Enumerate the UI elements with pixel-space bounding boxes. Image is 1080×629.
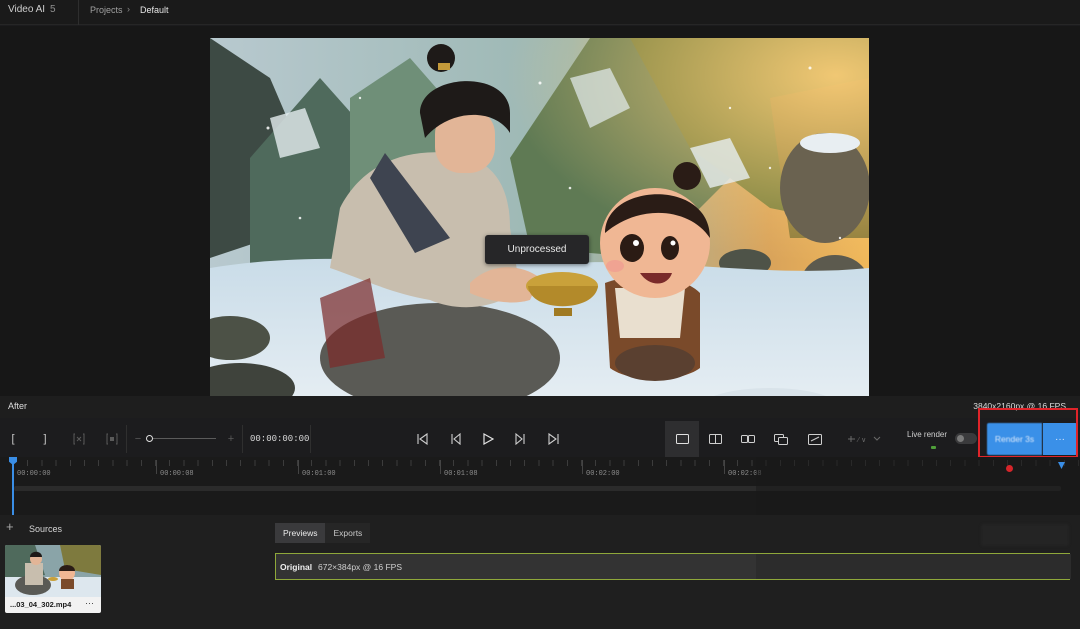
- zoom-slider-handle[interactable]: [146, 435, 153, 442]
- preview-item-meta: 672×384px @ 16 FPS: [318, 562, 403, 572]
- panel-tabs: Previews Exports: [275, 523, 371, 543]
- ruler-label: 00:00:00: [17, 470, 51, 478]
- divider: [78, 0, 79, 25]
- divider: [242, 425, 243, 453]
- preview-info-bar: After 3840x2160px @ 16 FPS: [0, 396, 1080, 418]
- timecode-display[interactable]: 00:00:00:00: [250, 434, 309, 444]
- breadcrumb-current: Default: [140, 5, 169, 15]
- live-render-indicator: [931, 446, 936, 449]
- ruler-label: 00:01:08: [444, 470, 478, 478]
- zoom-out-button[interactable]: −: [132, 421, 144, 457]
- video-preview-frame[interactable]: [210, 38, 869, 413]
- bottom-panel: + Sources ...03_04_302.mp4 ··· Previews …: [0, 515, 1080, 629]
- blurred-button: [981, 524, 1069, 546]
- ruler-major-tick: [582, 460, 583, 474]
- video-frame-image: [210, 38, 869, 413]
- tab-exports[interactable]: Exports: [325, 523, 371, 543]
- more-options-icon[interactable]: ···: [85, 598, 94, 608]
- play-icon[interactable]: [480, 421, 496, 457]
- skip-to-start-icon[interactable]: [414, 421, 430, 457]
- ruler-label: 00:01:00: [302, 470, 336, 478]
- app-version: 5: [50, 4, 56, 15]
- swap-view-icon[interactable]: [807, 421, 823, 457]
- ruler-label: 00:00:08: [160, 470, 194, 478]
- view-options-dropdown[interactable]: ⁄ ∨: [845, 421, 883, 457]
- breadcrumb-projects[interactable]: Projects: [90, 5, 123, 15]
- preview-item-title: Original: [280, 562, 313, 572]
- divider: [310, 425, 311, 453]
- preview-stage: Unprocessed: [0, 26, 1080, 414]
- ruler-major-tick: [156, 460, 157, 474]
- sources-label: Sources: [29, 524, 63, 534]
- split-view-icon[interactable]: [707, 421, 723, 457]
- app-name: Video AI: [8, 4, 46, 15]
- mark-in-button[interactable]: [: [6, 421, 20, 457]
- svg-text:⁄ ∨: ⁄ ∨: [856, 437, 866, 444]
- playhead[interactable]: [12, 457, 14, 515]
- timeline[interactable]: 00:00:00 00:00:08 00:01:00 00:01:08 00:0…: [0, 457, 1080, 515]
- after-label: After: [8, 401, 28, 411]
- skip-to-end-icon[interactable]: [546, 421, 562, 457]
- divider: [126, 425, 127, 453]
- previous-frame-icon[interactable]: [447, 421, 463, 457]
- clear-marks-icon[interactable]: [70, 421, 88, 457]
- single-view-icon[interactable]: [674, 421, 690, 457]
- zoom-in-button[interactable]: +: [225, 421, 237, 457]
- tab-previews[interactable]: Previews: [275, 523, 326, 543]
- ruler-major-tick: [724, 460, 725, 474]
- playback-toolbar: [ ] − + 00:00:00:00 ⁄ ∨ Live render Rend…: [0, 421, 1080, 457]
- top-bar: Video AI 5 Projects › Default: [0, 0, 1080, 25]
- crop-icon[interactable]: [103, 421, 121, 457]
- ruler-major-tick: [440, 460, 441, 474]
- zoom-slider-track[interactable]: [148, 438, 216, 439]
- source-file-name: ...03_04_302.mp4: [10, 600, 72, 609]
- error-marker-icon: [1006, 465, 1013, 472]
- blurred-region: [756, 554, 1071, 579]
- side-by-side-icon[interactable]: [740, 421, 756, 457]
- highlight-annotation: [978, 408, 1078, 458]
- chevron-right-icon: ›: [127, 4, 130, 14]
- source-thumbnail: [5, 545, 101, 597]
- mark-out-button[interactable]: ]: [38, 421, 52, 457]
- overlay-view-icon[interactable]: [773, 421, 789, 457]
- unprocessed-label: Unprocessed: [485, 235, 589, 264]
- live-render-label: Live render: [907, 430, 948, 439]
- source-item[interactable]: ...03_04_302.mp4 ···: [5, 545, 101, 613]
- plus-icon[interactable]: +: [6, 520, 20, 535]
- live-render-toggle[interactable]: [955, 433, 977, 444]
- ruler-label: 00:02:00: [586, 470, 620, 478]
- next-frame-icon[interactable]: [513, 421, 529, 457]
- preview-list-item[interactable]: Original 672×384px @ 16 FPS: [275, 553, 1071, 580]
- ruler-major-tick: [298, 460, 299, 474]
- timeline-blurred-region: [756, 457, 1080, 515]
